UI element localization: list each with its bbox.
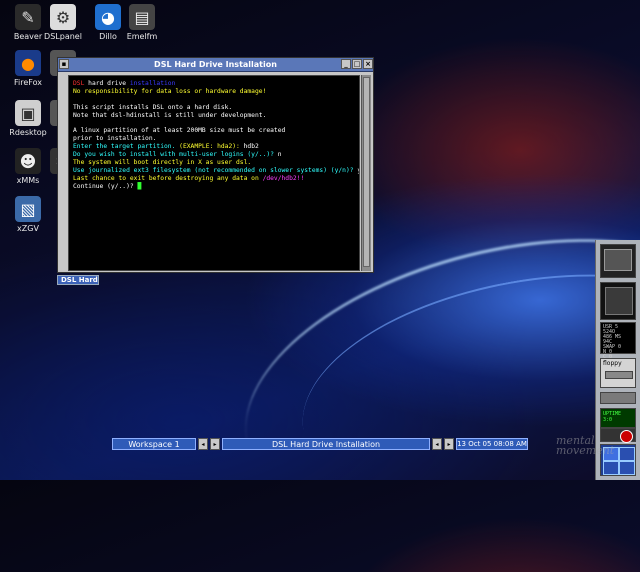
uptime-dockapp: UPTIME 3:0: [600, 408, 636, 428]
task-next-arrow-icon[interactable]: ▸: [444, 438, 454, 450]
cpu-graph: [604, 249, 632, 271]
terminal-text: installation: [129, 80, 176, 87]
window-title: DSL Hard Drive Installation: [154, 60, 277, 69]
floppy-label: floppy: [603, 360, 622, 367]
terminal-line: Enter the target partition. (EXAMPLE: hd…: [73, 143, 357, 151]
pager-desk-4[interactable]: [619, 461, 635, 475]
terminal-output[interactable]: DSL hard drive installation No responsibi…: [68, 75, 360, 271]
cursor-icon: █: [137, 182, 142, 190]
terminal-text: Continue (y/..)?: [73, 182, 138, 190]
window-menu-button[interactable]: ▪: [59, 59, 69, 69]
minimized-window-tab[interactable]: DSL Hard: [57, 275, 99, 285]
terminal-line: No responsibility for data loss or hardw…: [73, 88, 357, 96]
terminal-line: This script installs DSL onto a hard dis…: [73, 104, 357, 112]
terminal-text: A linux partition of at least 200MB size…: [73, 127, 286, 135]
pager-desk-3[interactable]: [603, 461, 619, 475]
taskbar: Workspace 1 ◂ ▸ DSL Hard Drive Installat…: [112, 438, 528, 450]
workspace-next-arrow-icon[interactable]: ▸: [210, 438, 220, 450]
terminal-text: Last chance to exit before destroying an…: [73, 174, 263, 182]
terminal-text: DSL: [73, 80, 85, 87]
terminal-text: Enter the target partition.: [73, 143, 180, 151]
cpu-monitor-dockapp[interactable]: [600, 244, 636, 278]
taskbar-clock: 13 Oct 05 08:08 AM: [456, 438, 528, 450]
terminal-text: y: [357, 167, 359, 174]
desktop-icon-label: Emelfm: [126, 32, 158, 41]
terminal-text: hdb2: [243, 143, 259, 151]
minimize-button[interactable]: _: [341, 59, 351, 69]
terminal-line: Use journalized ext3 filesystem (not rec…: [73, 166, 359, 175]
terminal-line: Do you wish to install with multi-user l…: [73, 151, 357, 159]
terminal-text: No responsibility for data loss or hardw…: [73, 87, 267, 95]
volume-knob-icon[interactable]: [620, 430, 633, 443]
terminal-line: Continue (y/..)? █: [73, 183, 357, 191]
terminal-text: Note that dsl-hdinstall is still under d…: [73, 111, 267, 119]
watermark-line-2: movement: [556, 444, 615, 457]
media-controls[interactable]: [600, 392, 636, 404]
terminal-line: prior to installation.: [73, 135, 357, 143]
workspace-indicator[interactable]: Workspace 1: [112, 438, 196, 450]
wallpaper-watermark: mental movement: [556, 435, 615, 457]
desktop-icon-xzgv[interactable]: ▧ xZGV: [0, 196, 56, 234]
terminal-line: Last chance to exit before destroying an…: [73, 175, 357, 183]
terminal-text: (EXAMPLE: hda2):: [179, 143, 244, 151]
dsl-panel-icon: ⚙: [50, 4, 76, 30]
xzgv-icon: ▧: [15, 196, 41, 222]
pager-desk-2[interactable]: [619, 447, 635, 461]
system-stats-dockapp: USR 5 524O486 MS 94CSWAP 0N 0C 0OI 0: [600, 322, 636, 365]
task-prev-arrow-icon[interactable]: ◂: [432, 438, 442, 450]
desktop-icon-emelfm[interactable]: ▤ Emelfm: [114, 4, 170, 42]
terminal-text: Use journalized ext3 filesystem (not rec…: [73, 166, 358, 174]
window-menu-icon: ▪: [61, 59, 67, 68]
close-button[interactable]: ×: [363, 59, 373, 69]
workspace-prev-arrow-icon[interactable]: ◂: [198, 438, 208, 450]
maximize-button[interactable]: □: [352, 59, 362, 69]
terminal-text: /dev/hdb2!!: [262, 174, 305, 182]
installer-window[interactable]: DSL Hard Drive Installation ▪ _ □ × DSL …: [57, 57, 374, 273]
terminal-text: This script installs DSL onto a hard dis…: [73, 103, 233, 111]
terminal-text: Do you wish to install with multi-user l…: [73, 151, 278, 159]
emelfm-filemanager-icon: ▤: [129, 4, 155, 30]
terminal-line: A linux partition of at least 200MB size…: [73, 127, 357, 135]
taskbar-task-item[interactable]: DSL Hard Drive Installation: [222, 438, 430, 450]
floppy-mount-dockapp[interactable]: floppy: [600, 358, 636, 388]
terminal-line: Note that dsl-hdinstall is still under d…: [73, 112, 357, 120]
terminal-scrollbar[interactable]: [361, 75, 371, 271]
terminal-text: n: [277, 151, 282, 159]
uptime-readout: UPTIME 3:0: [603, 411, 622, 423]
terminal-line: The system will boot directly in X as us…: [73, 159, 357, 167]
terminal-line: DSL hard drive installation: [73, 80, 357, 88]
terminal-text: prior to installation.: [73, 135, 157, 143]
scrollbar-thumb[interactable]: [363, 77, 370, 267]
floppy-drive-icon: [605, 371, 633, 379]
memory-monitor-dockapp[interactable]: [600, 282, 636, 320]
terminal-text: The system will boot directly in X as us…: [73, 158, 252, 166]
memory-graph: [605, 287, 633, 315]
desktop-icon-label: xZGV: [17, 224, 39, 233]
terminal-text: hard drive: [84, 80, 130, 87]
window-titlebar[interactable]: DSL Hard Drive Installation ▪ _ □ ×: [58, 58, 373, 72]
